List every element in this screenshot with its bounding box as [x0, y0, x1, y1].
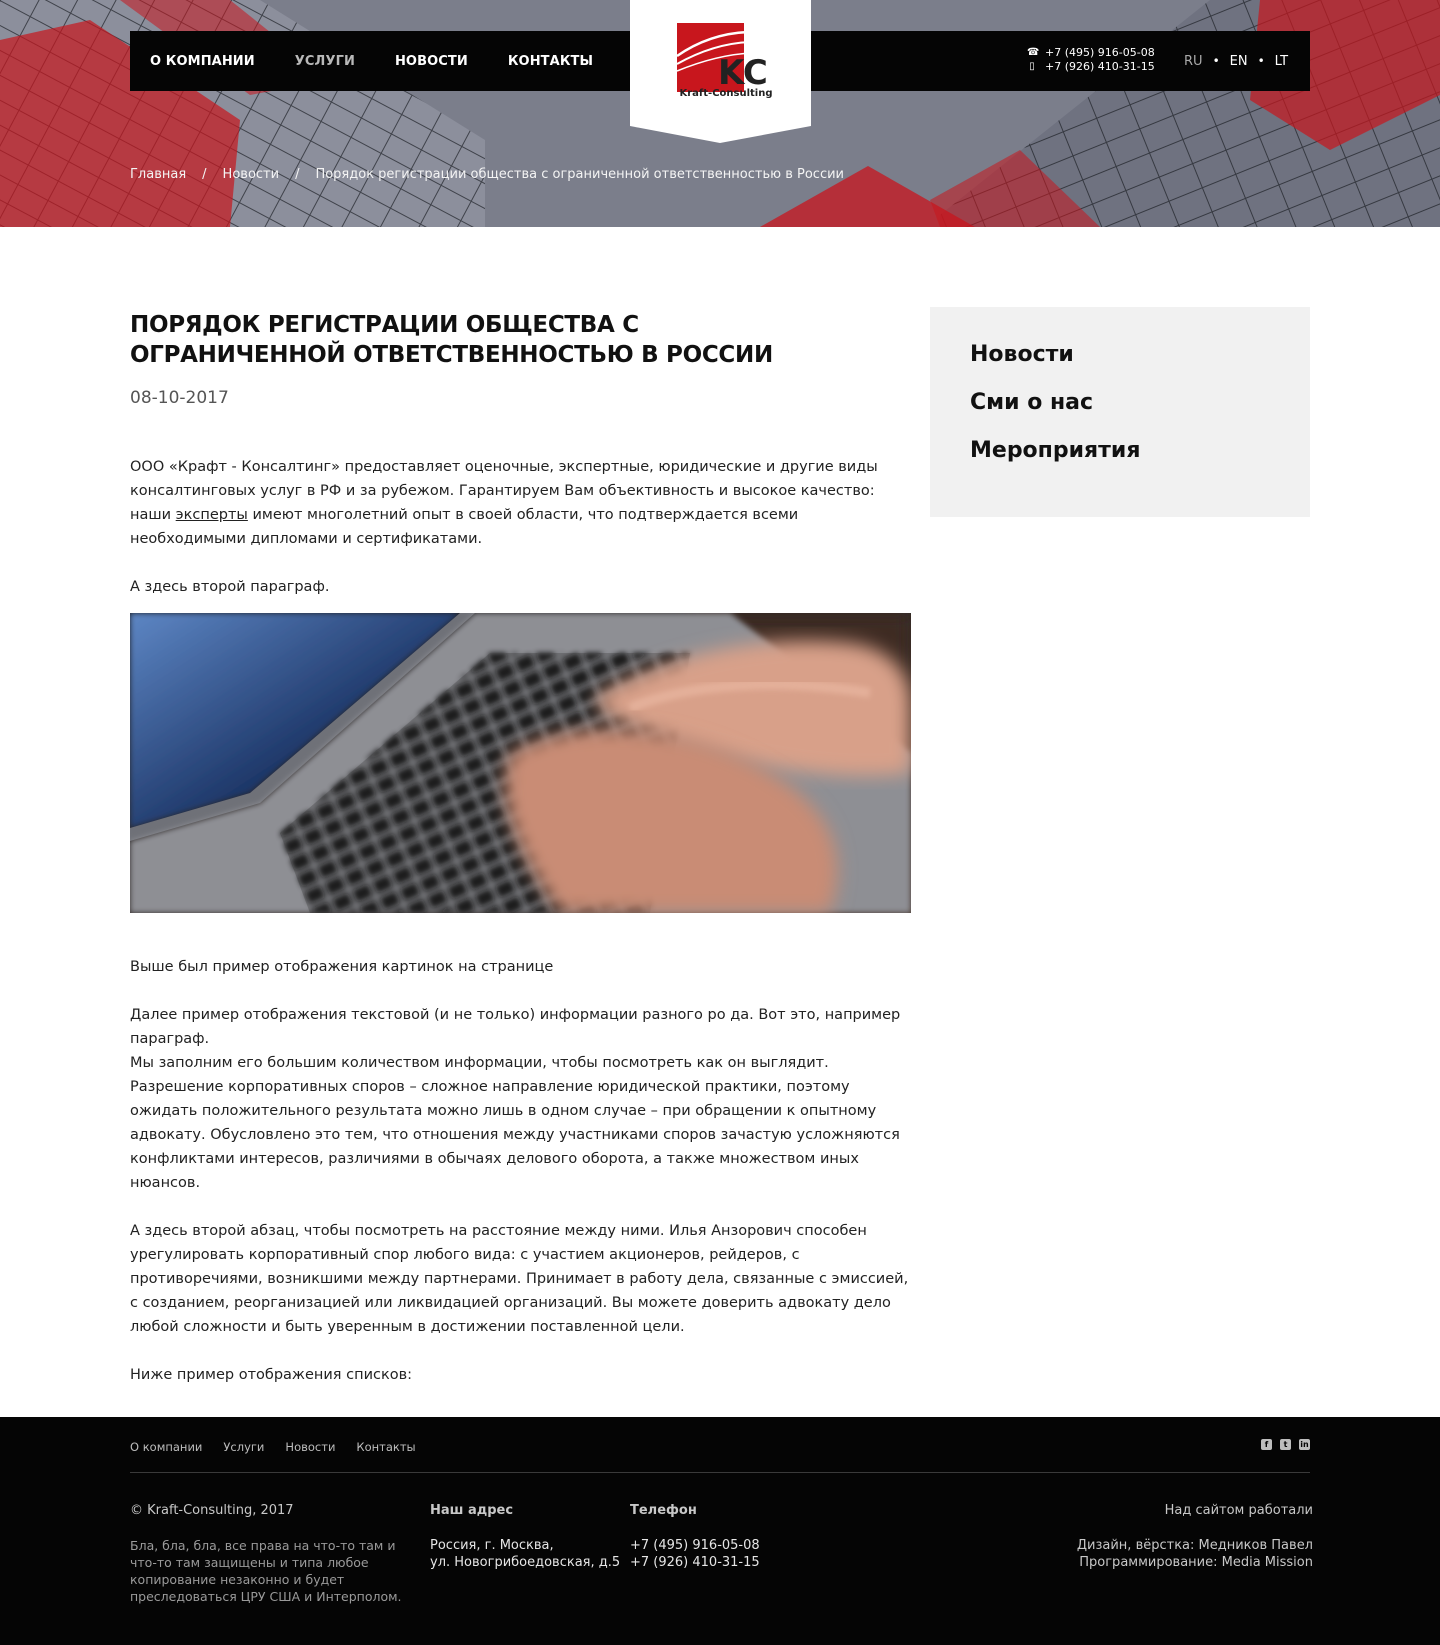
logo-emblem: KC [630, 0, 811, 143]
footer-phones: +7 (495) 916-05-08 +7 (926) 410-31-15 [630, 1537, 760, 1571]
copyright: © Kraft-Consulting, 2017 [130, 1503, 294, 1518]
footer-nav-news[interactable]: Новости [285, 1440, 335, 1454]
article-image [130, 613, 911, 913]
footer-nav: О компании Услуги Новости Контакты [130, 1440, 416, 1454]
logo-mark: KC [718, 53, 768, 93]
nav-about[interactable]: О компании [150, 54, 255, 69]
article-paragraph-line: Мы заполним его большим количеством инфо… [130, 1055, 829, 1071]
header-phone-1[interactable]: +7 (495) 916-05-08 [1045, 46, 1155, 60]
nav-news[interactable]: Новости [395, 54, 468, 69]
lang-separator: • [1212, 54, 1220, 68]
breadcrumb-separator: / [202, 167, 207, 182]
laptop-typing-photo [130, 613, 911, 913]
nav-contacts[interactable]: Контакты [508, 54, 593, 69]
site-logo[interactable]: KC Kraft-Consulting [630, 0, 811, 145]
social-links: f t in [1261, 1439, 1310, 1450]
breadcrumb-separator: / [295, 167, 300, 182]
header-phones: ☎ +7 (495) 916-05-08 ▯ +7 (926) 410-31-15 [1027, 46, 1155, 74]
article-paragraph: А здесь второй абзац, чтобы посмотреть н… [130, 1223, 909, 1335]
footer-divider [130, 1472, 1310, 1473]
mobile-icon: ▯ [1029, 61, 1035, 72]
logo-name: Kraft-Consulting [679, 88, 773, 99]
footer-nav-contacts[interactable]: Контакты [356, 1440, 415, 1454]
footer-nav-services[interactable]: Услуги [223, 1440, 264, 1454]
breadcrumb-home[interactable]: Главная [130, 167, 186, 182]
lang-lt[interactable]: LT [1275, 54, 1288, 69]
sidebar-item-media[interactable]: Сми о нас [970, 389, 1310, 437]
footer-phone-1[interactable]: +7 (495) 916-05-08 [630, 1537, 760, 1554]
footer-phone-2[interactable]: +7 (926) 410-31-15 [630, 1554, 760, 1571]
breadcrumb: Главная / Новости / Порядок регистрации … [130, 167, 844, 182]
breadcrumb-news[interactable]: Новости [223, 167, 280, 182]
address-line: ул. Новогрибоедовская, д.5 [430, 1555, 621, 1570]
hero-banner: О компании Услуги Новости Контакты ☎ +7 (… [0, 0, 1440, 227]
credits-list: Дизайн, вёрстка: Медников Павел Программ… [1077, 1537, 1313, 1571]
credits-design: Дизайн, вёрстка: Медников Павел [1076, 1538, 1313, 1553]
lang-separator: • [1257, 54, 1265, 68]
credits-dev[interactable]: Программирование: Media Mission [1077, 1554, 1313, 1571]
lang-ru[interactable]: RU [1184, 54, 1203, 69]
main-nav: О компании Услуги Новости Контакты [150, 31, 593, 91]
language-switcher: RU • EN • LT [1184, 31, 1288, 91]
legal-text: Бла, бла, бла, все права на что-то там и… [130, 1538, 402, 1604]
experts-link[interactable]: эксперты [176, 507, 248, 523]
footer-nav-about[interactable]: О компании [130, 1440, 202, 1454]
header-phone-2[interactable]: +7 (926) 410-31-15 [1045, 60, 1155, 74]
article-paragraph: А здесь второй параграф. [130, 579, 330, 595]
address-title: Наш адрес [430, 1503, 514, 1518]
linkedin-icon[interactable]: in [1299, 1439, 1310, 1450]
article-paragraph: ООО «Крафт - Консалтинг» предоставляет о… [130, 455, 915, 551]
article-paragraph: Ниже пример отображения списков: [130, 1367, 413, 1383]
phone-icon: ☎ [1027, 47, 1040, 58]
article-date: 08-10-2017 [130, 388, 229, 408]
article-body-top: ООО «Крафт - Консалтинг» предоставляет о… [130, 455, 915, 599]
site-footer: О компании Услуги Новости Контакты f t i… [0, 1417, 1440, 1645]
breadcrumb-current: Порядок регистрации общества с ограничен… [315, 167, 844, 182]
address-line: Россия, г. Москва, [430, 1538, 554, 1553]
twitter-icon[interactable]: t [1280, 1439, 1291, 1450]
address-text: Россия, г. Москва, ул. Новогрибоедовская… [430, 1537, 620, 1571]
sidebar-menu: Новости Сми о нас Мероприятия [930, 307, 1310, 517]
article-paragraph-line: Разрешение корпоративных споров – сложно… [130, 1079, 900, 1191]
lang-en[interactable]: EN [1230, 54, 1248, 69]
article-body-bottom: Выше был пример отображения картинок на … [130, 955, 920, 1387]
sidebar-item-news[interactable]: Новости [970, 341, 1310, 389]
article-paragraph-line: Далее пример отображения текстовой (и не… [130, 1007, 901, 1047]
phone-title: Телефон [630, 1503, 697, 1518]
article-title: Порядок регистрации общества с ограничен… [130, 312, 773, 368]
credits-title: Над сайтом работали [1164, 1503, 1313, 1518]
facebook-icon[interactable]: f [1261, 1439, 1272, 1450]
sidebar-item-events[interactable]: Мероприятия [970, 437, 1310, 485]
article-paragraph: Выше был пример отображения картинок на … [130, 959, 554, 975]
nav-services[interactable]: Услуги [295, 54, 355, 69]
